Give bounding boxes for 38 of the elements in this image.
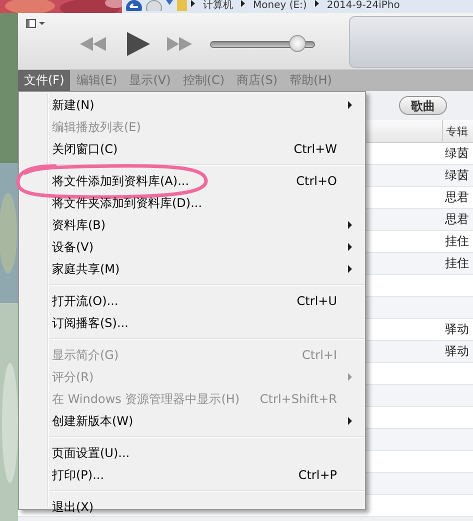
next-icon[interactable] (167, 37, 192, 51)
menu-item[interactable]: 退出(X) (21, 496, 365, 518)
menu-item[interactable]: 打印(P)... Ctrl+P (21, 464, 365, 486)
table-cell-text: 思君 (445, 211, 469, 228)
volume-thumb[interactable] (289, 35, 306, 52)
menu-item[interactable]: 家庭共享(M) (21, 258, 365, 280)
menu-item[interactable]: 新建(N) (21, 94, 365, 116)
menu-item[interactable]: 订阅播客(S)... (21, 312, 365, 334)
menu-item[interactable]: 资料库(B) (21, 214, 365, 236)
menu-item[interactable]: 打开流(O)... Ctrl+U (21, 290, 365, 312)
menu-item[interactable]: 创建新版本(W) (21, 410, 365, 432)
play-icon[interactable] (127, 32, 150, 56)
previous-icon[interactable] (80, 37, 106, 51)
table-cell-text: 挂住 (445, 255, 469, 272)
chevron-icon (314, 0, 319, 7)
table-cell-text: 思君 (445, 189, 469, 206)
menu-item[interactable]: 将文件添加到资料库(A)... Ctrl+O (21, 170, 365, 192)
breadcrumb[interactable]: 计算机 (203, 0, 233, 12)
chevron-icon (241, 0, 245, 7)
table-cell-text: 驿动 (445, 343, 469, 360)
menu-item[interactable]: 设备(V) (21, 236, 365, 258)
table-cell-text: 绿茵 (445, 145, 469, 162)
folder-icon (177, 0, 187, 11)
chevron-icon (191, 0, 195, 7)
breadcrumb[interactable]: Money (E:) (253, 0, 307, 12)
songs-button[interactable]: 歌曲 (399, 96, 447, 115)
sidebar-toggle-icon[interactable] (26, 19, 46, 28)
menu-bar-item[interactable]: 文件(F) (18, 70, 70, 91)
dropdown-icon[interactable] (166, 0, 173, 5)
menu-item[interactable]: 将文件夹添加到资料库(D)... (21, 192, 365, 214)
menu-item[interactable]: 关闭窗口(C) Ctrl+W (21, 138, 365, 160)
table-cell-text: 驿动 (445, 321, 469, 338)
breadcrumb[interactable]: 2014-9-24iPho (326, 0, 400, 12)
back-icon[interactable] (126, 0, 142, 11)
volume-slider[interactable] (210, 35, 315, 53)
menu-item[interactable]: 页面设置(U)... (21, 442, 365, 464)
table-cell-text: 绿茵 (445, 167, 469, 184)
table-cell-text: 挂住 (445, 233, 469, 250)
